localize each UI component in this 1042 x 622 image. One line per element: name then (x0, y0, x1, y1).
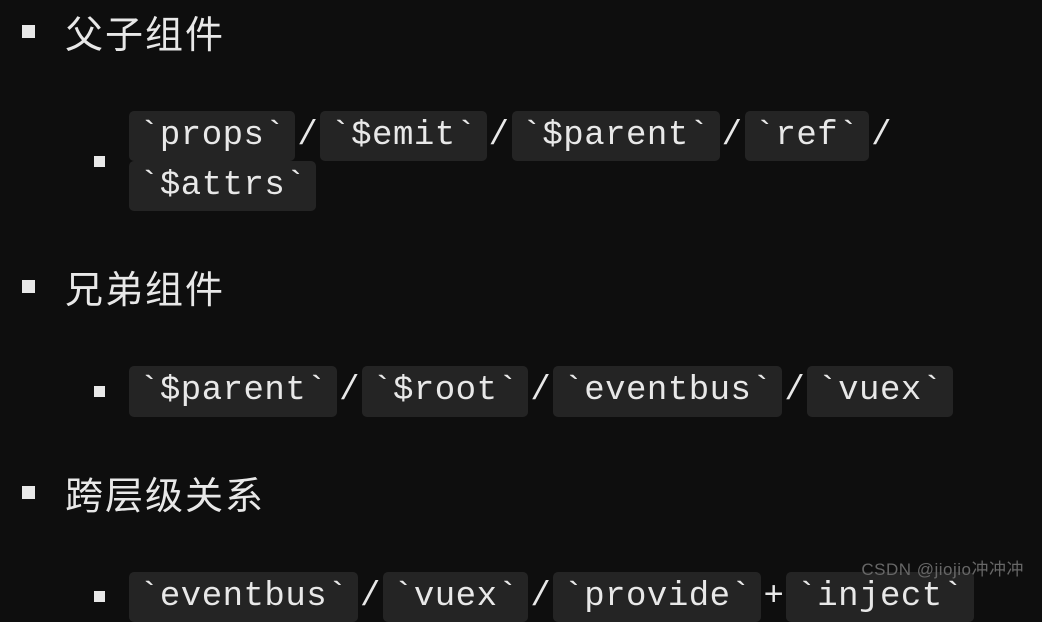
code-token: `eventbus` (553, 366, 782, 416)
code-line: `props`/`$emit`/`$parent`/`ref`/`$attrs` (129, 111, 1042, 211)
topic-heading-row: 跨层级关系 (22, 465, 1042, 520)
code-token: `$parent` (512, 111, 720, 161)
code-token: `$root` (362, 366, 528, 416)
bullet-square-icon (94, 156, 105, 167)
topic-list: 父子组件 `props`/`$emit`/`$parent`/`ref`/`$a… (22, 0, 1042, 622)
topic-heading-row: 父子组件 (22, 4, 1042, 59)
code-token: `vuex` (383, 572, 528, 622)
code-token: `ref` (745, 111, 870, 161)
bullet-square-icon (22, 486, 35, 499)
method-item: `$parent`/`$root`/`eventbus`/`vuex` (94, 366, 1042, 416)
bullet-square-icon (94, 591, 105, 602)
method-list: `props`/`$emit`/`$parent`/`ref`/`$attrs` (22, 111, 1042, 211)
topic-heading-row: 兄弟组件 (22, 259, 1042, 314)
bullet-square-icon (22, 25, 35, 38)
code-line: `$parent`/`$root`/`eventbus`/`vuex` (129, 366, 953, 416)
bullet-square-icon (94, 386, 105, 397)
code-token: `eventbus` (129, 572, 358, 622)
code-token: `provide` (553, 572, 761, 622)
code-token: `vuex` (807, 366, 952, 416)
code-token: `$attrs` (129, 161, 316, 211)
topic-heading: 兄弟组件 (65, 259, 225, 314)
watermark: CSDN @jiojio冲冲冲 (861, 555, 1024, 580)
code-line: `eventbus`/`vuex`/`provide`+`inject` (129, 572, 974, 622)
method-list: `$parent`/`$root`/`eventbus`/`vuex` (22, 366, 1042, 416)
bullet-square-icon (22, 280, 35, 293)
topic-item: 兄弟组件 `$parent`/`$root`/`eventbus`/`vuex` (22, 259, 1042, 416)
code-token: `$emit` (320, 111, 486, 161)
topic-item: 父子组件 `props`/`$emit`/`$parent`/`ref`/`$a… (22, 4, 1042, 211)
code-token: `$parent` (129, 366, 337, 416)
topic-heading: 跨层级关系 (65, 465, 265, 520)
topic-item: 跨层级关系 `eventbus`/`vuex`/`provide`+`injec… (22, 465, 1042, 622)
topic-heading: 父子组件 (65, 4, 225, 59)
method-item: `props`/`$emit`/`$parent`/`ref`/`$attrs` (94, 111, 1042, 211)
code-token: `props` (129, 111, 295, 161)
